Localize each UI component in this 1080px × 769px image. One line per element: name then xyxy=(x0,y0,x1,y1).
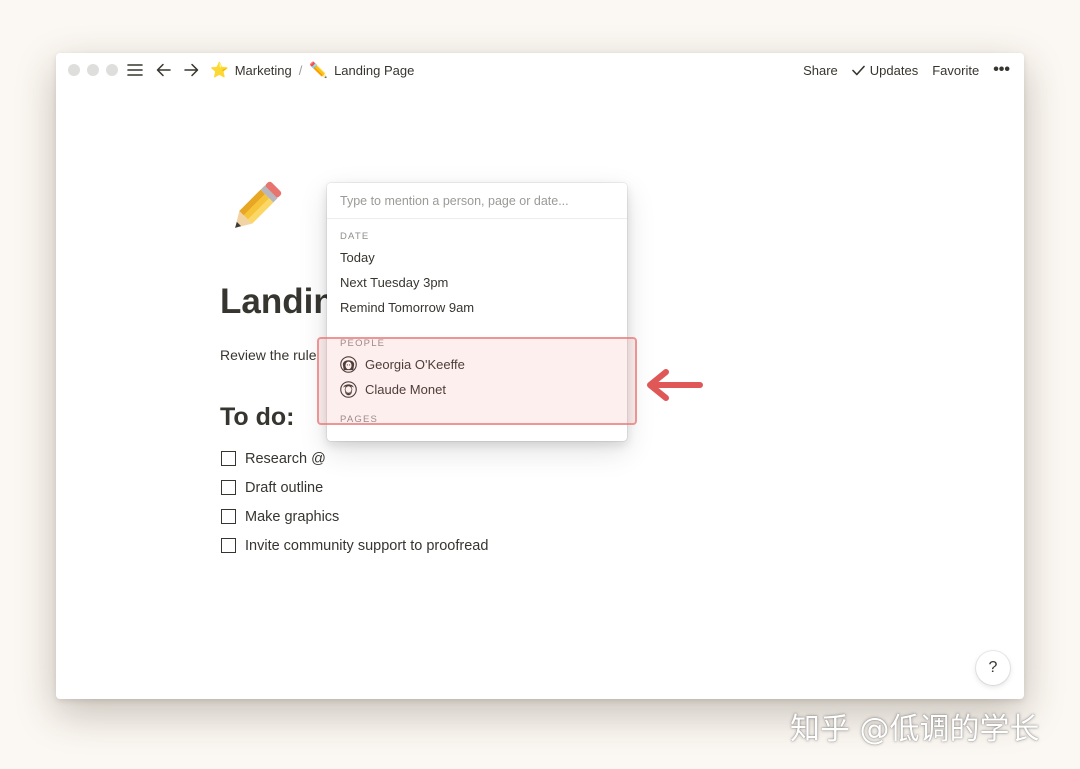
breadcrumb-marketing[interactable]: ⭐ Marketing xyxy=(210,61,292,79)
topbar-actions: Share Updates Favorite ••• xyxy=(803,61,1010,79)
watermark: 知乎 @低调的学长 xyxy=(790,704,1040,748)
forward-arrow-icon[interactable] xyxy=(182,61,200,79)
mention-date-item-remind-tomorrow[interactable]: Remind Tomorrow 9am xyxy=(327,295,627,320)
breadcrumb: ⭐ Marketing / ✏️ Landing Page xyxy=(210,61,414,79)
page-title[interactable]: Landin xyxy=(220,282,335,322)
page-icon[interactable] xyxy=(220,169,294,248)
pencil-icon: ✏️ xyxy=(309,62,329,79)
favorite-button[interactable]: Favorite xyxy=(932,63,979,78)
todo-checkbox[interactable] xyxy=(221,480,236,495)
todo-heading[interactable]: To do: xyxy=(220,403,295,432)
breadcrumb-separator: / xyxy=(298,62,303,78)
pointer-arrow-icon xyxy=(644,366,706,404)
mention-date-item-today[interactable]: Today xyxy=(327,245,627,270)
minimize-window-dot[interactable] xyxy=(87,64,99,76)
todo-checkbox[interactable] xyxy=(221,538,236,553)
help-button[interactable]: ? xyxy=(976,651,1010,685)
todo-label[interactable]: Research @ xyxy=(245,451,326,467)
nav-icons xyxy=(126,61,200,79)
todo-label[interactable]: Make graphics xyxy=(245,509,339,525)
breadcrumb-landing-page[interactable]: ✏️ Landing Page xyxy=(309,61,414,79)
todo-label[interactable]: Invite community support to proofread xyxy=(245,538,488,554)
watermark-text: 知乎 @低调的学长 xyxy=(790,712,1040,747)
breadcrumb-label: Landing Page xyxy=(334,62,415,78)
people-highlight-box xyxy=(317,337,637,425)
mention-search-input[interactable] xyxy=(327,183,627,219)
todo-label[interactable]: Draft outline xyxy=(245,480,323,496)
more-options-button[interactable]: ••• xyxy=(993,61,1010,79)
todo-list: Research @ Draft outline Make graphics I… xyxy=(221,444,488,560)
updates-label: Updates xyxy=(869,62,919,78)
updates-button[interactable]: Updates xyxy=(851,62,919,78)
todo-checkbox[interactable] xyxy=(221,451,236,466)
share-button[interactable]: Share xyxy=(803,63,838,78)
sidebar-menu-icon[interactable] xyxy=(126,61,144,79)
todo-item: Invite community support to proofread xyxy=(221,531,488,560)
window-controls xyxy=(68,64,118,76)
checkmark-icon xyxy=(851,65,865,75)
todo-checkbox[interactable] xyxy=(221,509,236,524)
pencil-emoji-icon xyxy=(235,181,282,228)
close-window-dot[interactable] xyxy=(68,64,80,76)
mention-date-item-next-tuesday[interactable]: Next Tuesday 3pm xyxy=(327,270,627,295)
date-section-label: DATE xyxy=(340,231,370,242)
zoom-window-dot[interactable] xyxy=(106,64,118,76)
breadcrumb-label: Marketing xyxy=(234,62,292,78)
stage: ⭐ Marketing / ✏️ Landing Page Share Upda… xyxy=(0,0,1080,769)
todo-item: Draft outline xyxy=(221,473,488,502)
topbar: ⭐ Marketing / ✏️ Landing Page Share Upda… xyxy=(56,53,1024,87)
back-arrow-icon[interactable] xyxy=(154,61,172,79)
page-description[interactable]: Review the rule xyxy=(220,347,317,363)
todo-item: Make graphics xyxy=(221,502,488,531)
todo-item: Research @ xyxy=(221,444,488,473)
star-icon: ⭐ xyxy=(210,62,229,79)
